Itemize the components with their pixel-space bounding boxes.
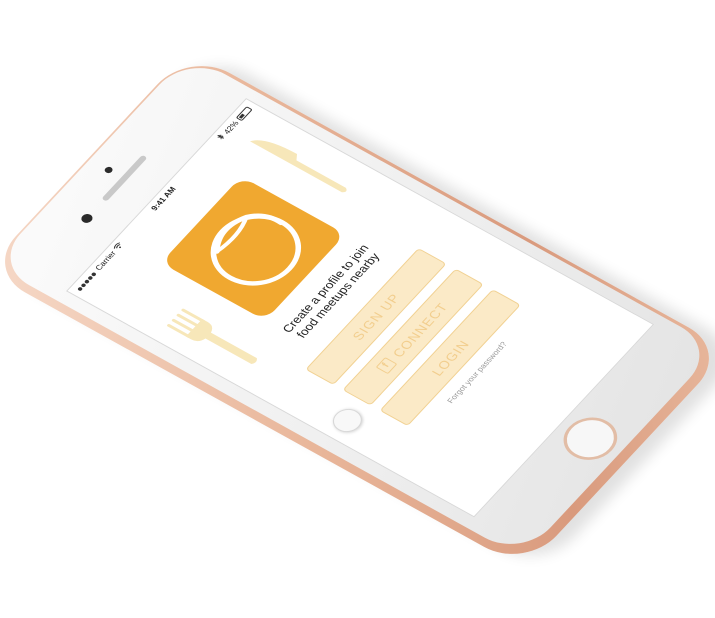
battery-icon: [235, 105, 253, 122]
status-right: 42%: [215, 105, 253, 141]
app-screen: Carrier 9:41 AM 42% Create a profile to …: [66, 98, 655, 518]
sensor-icon: [103, 165, 115, 175]
phone-face: Carrier 9:41 AM 42% Create a profile to …: [0, 53, 715, 559]
assistive-touch-button[interactable]: [327, 404, 368, 437]
facebook-icon: f: [375, 356, 398, 374]
earpiece-icon: [101, 154, 148, 202]
front-camera-icon: [79, 212, 95, 225]
login-label: LOGIN: [428, 337, 473, 378]
stage: Carrier 9:41 AM 42% Create a profile to …: [0, 0, 715, 618]
battery-percentage: 42%: [221, 119, 241, 136]
